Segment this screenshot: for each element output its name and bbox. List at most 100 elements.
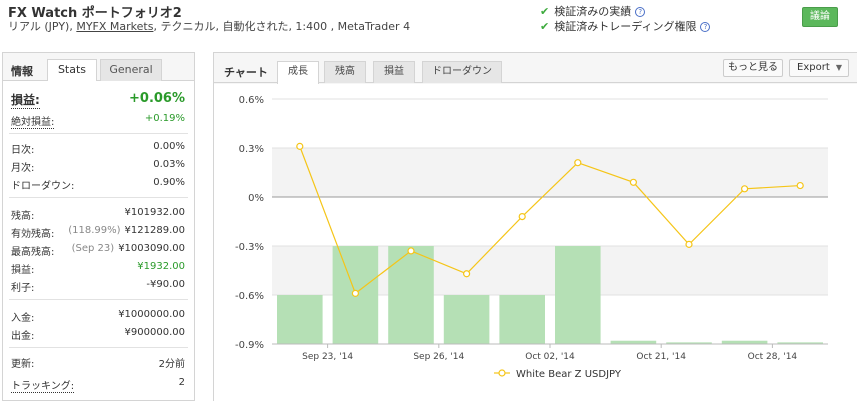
data-point <box>463 270 471 278</box>
profit-label: 損益: <box>11 265 35 276</box>
balance-label: 残高: <box>11 211 35 222</box>
bar <box>277 295 323 344</box>
check-icon: ✔ <box>540 5 550 18</box>
highest-date: (Sep 23) <box>71 243 115 254</box>
bar <box>555 246 601 344</box>
balance-value: ¥101932.00 <box>124 207 185 218</box>
withdrawals-row: 出金: ¥900000.00 <box>11 327 185 343</box>
tab-growth[interactable]: 成長 <box>277 61 319 84</box>
gain-row: 損益: +0.06% <box>11 91 185 109</box>
info-panel: 情報 Stats General 損益: +0.06% 絶対損益: +0.19%… <box>2 52 195 401</box>
data-point <box>574 159 582 167</box>
data-point <box>740 185 749 193</box>
updated-row: 更新: 2分前 <box>11 355 185 371</box>
data-point <box>407 247 415 255</box>
check-icon: ✔ <box>540 20 550 33</box>
data-point <box>351 289 359 297</box>
highest-row: 最高残高: (Sep 23) ¥1003090.00 <box>11 243 185 259</box>
drawdown-label: ドローダウン: <box>11 181 75 192</box>
daily-row: 日次: 0.00% <box>11 141 185 157</box>
gain-value: +0.06% <box>129 91 185 106</box>
tracking-label[interactable]: トラッキング: <box>11 377 75 393</box>
data-point <box>518 213 526 221</box>
bar <box>499 295 545 344</box>
discuss-button[interactable]: 議論 <box>802 7 838 27</box>
y-tick-label: 0% <box>248 193 264 204</box>
drawdown-value: 0.90% <box>153 177 185 188</box>
monthly-label: 月次: <box>11 163 35 174</box>
data-point <box>685 240 693 248</box>
divider <box>9 299 188 300</box>
info-tabs: 情報 Stats General <box>3 53 194 82</box>
tracking-row: トラッキング: 2 <box>11 377 185 393</box>
chart-tabs: チャート 成長 残高 損益 ドローダウン もっと見る Export ▼ <box>214 53 857 84</box>
export-button[interactable]: Export ▼ <box>789 59 849 77</box>
tab-balance[interactable]: 残高 <box>324 61 366 83</box>
y-tick-label: 0.3% <box>239 144 264 155</box>
highest-label: 最高残高: <box>11 247 55 258</box>
withdrawals-label: 出金: <box>11 331 35 342</box>
verified-track-record: ✔ 検証済みの実績? <box>540 3 646 19</box>
data-point <box>296 142 304 150</box>
profit-value: ¥1932.00 <box>137 261 185 272</box>
deposits-row: 入金: ¥1000000.00 <box>11 309 185 325</box>
account-subtitle: リアル (JPY), MYFX Markets, テクニカル, 自動化された, … <box>8 18 410 34</box>
subtitle-suffix: , テクニカル, 自動化された, 1:400 , MetaTrader 4 <box>153 20 411 33</box>
x-tick-label: Oct 21, '14 <box>636 352 686 362</box>
equity-row: 有効残高: (118.99%) ¥121289.00 <box>11 225 185 241</box>
x-tick-label: Sep 26, '14 <box>413 352 464 362</box>
export-label: Export <box>797 62 830 73</box>
updated-value: 2分前 <box>158 359 185 370</box>
y-tick-label: 0.6% <box>239 95 264 106</box>
legend-swatch-marker <box>498 369 506 377</box>
bar <box>443 295 490 344</box>
equity-label: 有効残高: <box>11 229 55 240</box>
help-icon[interactable]: ? <box>635 7 646 17</box>
stats-body: 損益: +0.06% 絶対損益: +0.19% 日次: 0.00% 月次: 0.… <box>3 81 194 400</box>
divider <box>9 197 188 198</box>
updated-label: 更新: <box>11 359 35 370</box>
y-tick-label: -0.3% <box>235 242 264 253</box>
interest-label: 利子: <box>11 283 35 294</box>
chart-section-label: チャート <box>224 66 268 79</box>
divider <box>9 133 188 134</box>
x-tick-label: Sep 23, '14 <box>302 352 353 362</box>
data-point <box>629 178 637 186</box>
drawdown-row: ドローダウン: 0.90% <box>11 177 185 193</box>
tab-profit[interactable]: 損益 <box>373 61 415 83</box>
abs-gain-row: 絶対損益: +0.19% <box>11 113 185 129</box>
monthly-row: 月次: 0.03% <box>11 159 185 175</box>
highest-value: ¥1003090.00 <box>118 243 185 254</box>
verified-trading-privileges: ✔ 検証済みトレーディング権限? <box>540 18 711 34</box>
tab-stats[interactable]: Stats <box>47 59 97 82</box>
gain-label[interactable]: 損益: <box>11 91 40 109</box>
equity-percent: (118.99%) <box>68 225 121 236</box>
subtitle-prefix: リアル (JPY), <box>8 20 77 33</box>
header: FX Watch ポートフォリオ2 リアル (JPY), MYFX Market… <box>0 0 857 38</box>
interest-row: 利子: -¥90.00 <box>11 279 185 295</box>
growth-chart: 0.6% 0.3% 0% -0.3% -0.6% -0.9% Sep 23, '14 Sep … <box>235 95 828 380</box>
abs-gain-label[interactable]: 絶対損益: <box>11 113 55 129</box>
broker-link[interactable]: MYFX Markets <box>76 20 153 33</box>
x-tick-label: Oct 28, '14 <box>748 352 798 362</box>
help-icon[interactable]: ? <box>700 22 711 32</box>
equity-value-group: (118.99%) ¥121289.00 <box>68 225 185 236</box>
chart-panel: チャート 成長 残高 損益 ドローダウン もっと見る Export ▼ 0.6%… <box>213 52 857 401</box>
divider <box>9 347 188 348</box>
bar <box>388 246 434 344</box>
deposits-value: ¥1000000.00 <box>118 309 185 320</box>
daily-label: 日次: <box>11 145 35 156</box>
balance-row: 残高: ¥101932.00 <box>11 207 185 223</box>
deposits-label: 入金: <box>11 313 35 324</box>
more-button[interactable]: もっと見る <box>723 59 783 77</box>
abs-gain-value: +0.19% <box>144 113 185 124</box>
monthly-value: 0.03% <box>153 159 185 170</box>
tracking-value: 2 <box>178 377 185 388</box>
chart-area: 0.6% 0.3% 0% -0.3% -0.6% -0.9% Sep 23, '14 Sep … <box>214 84 857 401</box>
daily-value: 0.00% <box>153 141 185 152</box>
x-tick-label: Oct 02, '14 <box>525 352 575 362</box>
y-tick-label: -0.9% <box>235 340 264 351</box>
tab-general[interactable]: General <box>100 59 162 81</box>
info-section-label: 情報 <box>11 65 33 78</box>
tab-drawdown[interactable]: ドローダウン <box>422 61 502 83</box>
